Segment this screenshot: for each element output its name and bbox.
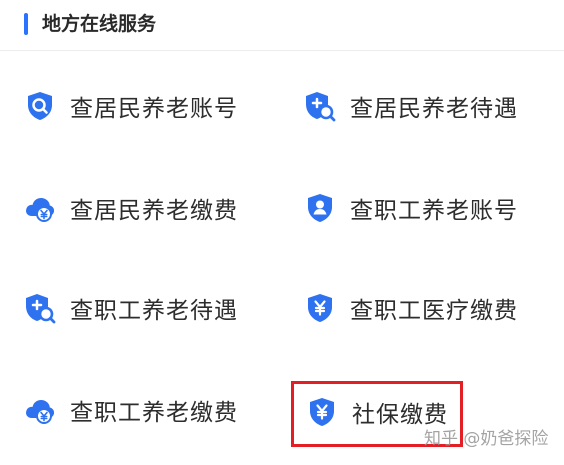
service-label: 查职工养老账号 — [350, 198, 518, 224]
service-label: 查居民养老待遇 — [350, 96, 518, 122]
cloud-yuan-icon — [24, 192, 56, 224]
service-label: 查居民养老账号 — [70, 96, 238, 122]
watermark: 知乎 @奶爸探险 — [424, 429, 549, 449]
header-accent-bar — [24, 13, 28, 35]
service-item-resident-pension-benefit[interactable]: 查居民养老待遇 — [304, 78, 518, 134]
service-label: 查职工养老缴费 — [70, 400, 238, 426]
cloud-yuan-icon — [24, 394, 56, 426]
service-item-employee-pension-payment[interactable]: 查职工养老缴费 — [24, 382, 238, 438]
shield-plus-search-icon — [304, 90, 336, 122]
service-item-employee-pension-benefit[interactable]: 查职工养老待遇 — [24, 280, 238, 336]
shield-yuan-icon — [306, 396, 338, 428]
shield-yuan-icon — [304, 292, 336, 324]
section-header: 地方在线服务 — [0, 0, 564, 51]
service-item-employee-medical-payment[interactable]: 查职工医疗缴费 — [304, 280, 518, 336]
service-label: 查职工医疗缴费 — [350, 298, 518, 324]
service-item-resident-pension-account[interactable]: 查居民养老账号 — [24, 78, 238, 134]
section-title: 地方在线服务 — [42, 13, 157, 35]
shield-search-icon — [24, 90, 56, 122]
service-item-employee-pension-account[interactable]: 查职工养老账号 — [304, 180, 518, 236]
shield-person-icon — [304, 192, 336, 224]
service-label: 查居民养老缴费 — [70, 198, 238, 224]
shield-plus-search-icon — [24, 292, 56, 324]
service-label: 查职工养老待遇 — [70, 298, 238, 324]
service-item-resident-pension-payment[interactable]: 查居民养老缴费 — [24, 180, 238, 236]
